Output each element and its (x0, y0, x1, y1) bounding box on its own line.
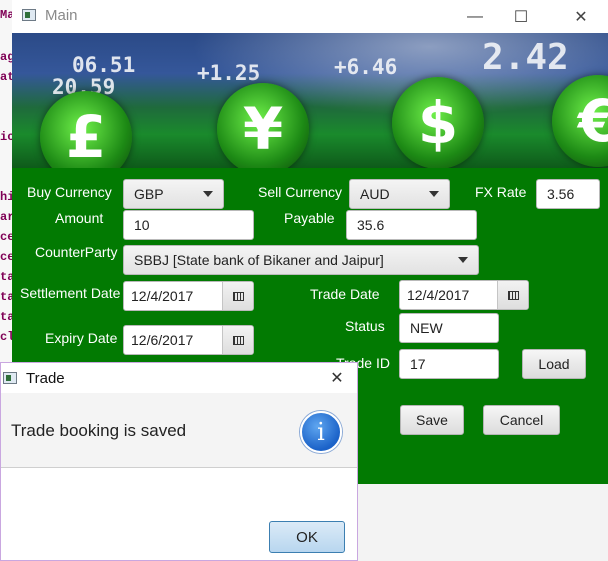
chevron-down-icon (458, 257, 468, 263)
trade-date-value: 12/4/2017 (407, 287, 470, 303)
app-icon (22, 9, 36, 21)
counterparty-label: CounterParty (35, 244, 118, 260)
dialog-title: Trade (26, 370, 65, 387)
expiry-date-label: Expiry Date (45, 330, 118, 346)
calendar-icon (232, 335, 244, 345)
ide-fragment: at (0, 70, 12, 84)
banner-ticker: +6.46 (334, 55, 398, 79)
settlement-date-value: 12/4/2017 (131, 288, 194, 304)
calendar-button[interactable] (222, 282, 253, 310)
ide-fragment: ta (0, 270, 12, 284)
calendar-icon (507, 290, 519, 300)
close-button[interactable]: ✕ (558, 0, 604, 33)
settlement-date-picker[interactable]: 12/4/2017 (123, 281, 254, 311)
fx-rate-field[interactable]: 3.56 (536, 179, 600, 209)
ide-fragment: ce (0, 250, 12, 264)
save-button[interactable]: Save (400, 405, 464, 435)
cancel-button[interactable]: Cancel (483, 405, 560, 435)
buy-currency-select[interactable]: GBP (123, 179, 224, 209)
chevron-down-icon (429, 191, 439, 197)
currency-banner-image: +1.25 20.59 +6.46 2.42 06.51 £ ¥ $ € (12, 33, 608, 168)
calendar-icon (232, 291, 244, 301)
dialog-message-area: Trade booking is saved i (1, 393, 357, 468)
ide-fragment: ta (0, 310, 12, 324)
ide-fragment: Ma (0, 8, 12, 22)
buy-currency-label: Buy Currency (27, 184, 112, 200)
ide-fragment: hi (0, 190, 12, 204)
dialog-message: Trade booking is saved (11, 421, 187, 440)
sell-currency-select[interactable]: AUD (349, 179, 450, 209)
fx-rate-label: FX Rate (475, 184, 527, 200)
ide-fragment: ta (0, 290, 12, 304)
sell-currency-label: Sell Currency (258, 184, 343, 200)
sell-currency-value: AUD (360, 186, 390, 202)
banner-ticker: +1.25 (197, 61, 261, 85)
ide-fragment: cl (0, 330, 12, 344)
yen-coin-icon: ¥ (217, 83, 309, 168)
expiry-date-picker[interactable]: 12/6/2017 (123, 325, 254, 355)
chevron-down-icon (203, 191, 213, 197)
amount-label: Amount (55, 210, 104, 226)
buy-currency-value: GBP (134, 186, 164, 202)
trade-dialog: Trade ✕ Trade booking is saved i OK (0, 362, 358, 561)
euro-coin-icon: € (552, 75, 608, 167)
window-title: Main (45, 7, 78, 24)
banner-ticker: 06.51 (72, 53, 136, 77)
trade-date-picker[interactable]: 12/4/2017 (399, 280, 529, 310)
counterparty-value: SBBJ [State bank of Bikaner and Jaipur] (134, 252, 384, 268)
ide-fragment: ce (0, 230, 12, 244)
app-icon (3, 372, 17, 384)
calendar-button[interactable] (222, 326, 253, 354)
counterparty-select[interactable]: SBBJ [State bank of Bikaner and Jaipur] (123, 245, 479, 275)
pound-coin-icon: £ (40, 91, 132, 168)
ide-fragment: ar (0, 210, 12, 224)
minimize-button[interactable]: — (452, 0, 498, 33)
maximize-button[interactable]: ☐ (498, 0, 544, 33)
settlement-date-label: Settlement Date (20, 285, 121, 301)
calendar-button[interactable] (497, 281, 528, 309)
amount-field[interactable]: 10 (123, 210, 254, 240)
main-titlebar[interactable]: Main — ☐ ✕ (12, 0, 608, 33)
expiry-date-value: 12/6/2017 (131, 332, 194, 348)
status-label: Status (345, 318, 385, 334)
load-button[interactable]: Load (522, 349, 586, 379)
ide-fragment: ag (0, 50, 12, 64)
ide-fragment: ic (0, 130, 12, 144)
trade-date-label: Trade Date (310, 286, 380, 302)
dialog-close-button[interactable]: ✕ (323, 366, 351, 390)
payable-label: Payable (284, 210, 335, 226)
dollar-coin-icon: $ (392, 77, 484, 168)
payable-field[interactable]: 35.6 (346, 210, 477, 240)
status-field[interactable]: NEW (399, 313, 499, 343)
info-icon: i (300, 411, 342, 453)
ok-button[interactable]: OK (269, 521, 345, 553)
banner-ticker: 2.42 (482, 37, 569, 78)
trade-id-field[interactable]: 17 (399, 349, 499, 379)
